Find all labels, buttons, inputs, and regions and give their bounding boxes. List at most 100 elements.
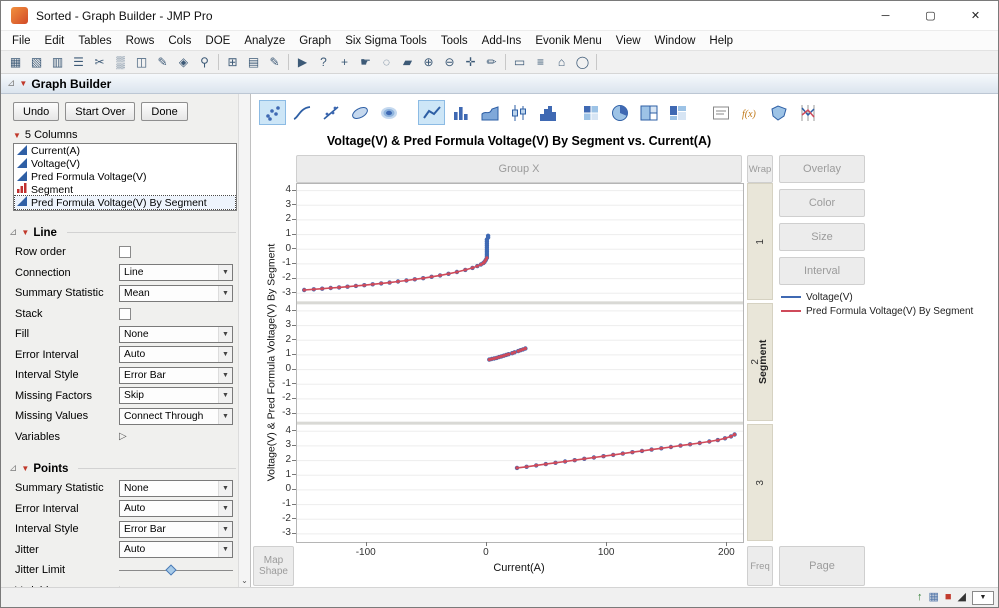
menu-view[interactable]: View <box>609 35 648 47</box>
red-triangle-menu-icon[interactable]: ▼ <box>21 228 29 237</box>
variables-disclosure-icon[interactable]: ▷ <box>119 431 127 442</box>
red-triangle-menu-icon[interactable]: ▼ <box>19 79 27 88</box>
row-order-checkbox[interactable] <box>119 246 131 258</box>
open-icon[interactable]: ▧ <box>26 52 47 72</box>
status-dropdown[interactable]: ▼ <box>972 591 994 605</box>
element-caption-box-icon[interactable] <box>707 100 734 125</box>
element-treemap-icon[interactable] <box>635 100 662 125</box>
plot-area[interactable] <box>296 183 744 543</box>
journal-icon[interactable]: ✎ <box>152 52 173 72</box>
slider-thumb[interactable] <box>165 564 176 575</box>
interval-style-select[interactable]: Error Bar▼ <box>119 367 233 384</box>
columns-header[interactable]: ▼ 5 Columns <box>13 129 236 141</box>
undo-button[interactable]: Undo <box>13 102 59 121</box>
column-item-segment[interactable]: Segment <box>15 183 235 196</box>
stop-status-icon[interactable]: ■ <box>945 592 952 603</box>
overlay-drop-zone[interactable]: Overlay <box>779 155 865 183</box>
red-triangle-menu-icon[interactable]: ▼ <box>21 464 29 473</box>
element-smoother-icon[interactable] <box>288 100 315 125</box>
columns-list[interactable]: Current(A)Voltage(V)Pred Formula Voltage… <box>13 143 237 211</box>
line-tool-icon[interactable]: ≡ <box>530 52 551 72</box>
wrap-drop-zone[interactable]: Wrap <box>747 155 773 183</box>
menu-tables[interactable]: Tables <box>71 35 118 47</box>
minimize-button[interactable]: ─ <box>863 1 908 30</box>
freq-drop-zone[interactable]: Freq <box>747 546 773 586</box>
grabber-tool-icon[interactable]: ☛ <box>355 52 376 72</box>
element-ellipse-icon[interactable] <box>346 100 373 125</box>
add-rows-icon[interactable]: ⊞ <box>222 52 243 72</box>
help-tool-icon[interactable]: ? <box>313 52 334 72</box>
red-triangle-menu-icon[interactable]: ▼ <box>13 131 21 140</box>
element-heatmap-icon[interactable] <box>577 100 604 125</box>
column-item-pred-formula-voltage-v-by-segment[interactable]: Pred Formula Voltage(V) By Segment <box>15 196 235 209</box>
jitter-select[interactable]: Auto▼ <box>119 541 233 558</box>
element-formula-icon[interactable]: f(x) <box>736 100 763 125</box>
element-mosaic-icon[interactable] <box>664 100 691 125</box>
map-shape-drop-zone[interactable]: Map Shape <box>253 546 294 586</box>
column-info-icon[interactable]: ✎ <box>264 52 285 72</box>
interval-drop-zone[interactable]: Interval <box>779 257 865 285</box>
element-parallel-plot-icon[interactable] <box>794 100 821 125</box>
column-item-current-a[interactable]: Current(A) <box>15 145 235 158</box>
lasso-tool-icon[interactable]: ◌ <box>376 52 397 72</box>
collapse-triangle-icon[interactable]: ⊿ <box>7 78 15 89</box>
panel-scrollbar[interactable]: ⌄ <box>238 94 250 589</box>
element-line-icon[interactable] <box>418 100 445 125</box>
missing-values-select[interactable]: Connect Through▼ <box>119 408 233 425</box>
summary-statistic-select[interactable]: Mean▼ <box>119 285 233 302</box>
annotate-tool-icon[interactable]: ✏ <box>481 52 502 72</box>
column-item-pred-formula-voltage-v[interactable]: Pred Formula Voltage(V) <box>15 171 235 184</box>
start-over-button[interactable]: Start Over <box>65 102 135 121</box>
cut-icon[interactable]: ✂ <box>89 52 110 72</box>
zoom-in-tool-icon[interactable]: ⊕ <box>418 52 439 72</box>
summary-statistic-select[interactable]: None▼ <box>119 480 233 497</box>
element-area-icon[interactable] <box>476 100 503 125</box>
lock-icon[interactable]: ◈ <box>173 52 194 72</box>
connection-select[interactable]: Line▼ <box>119 264 233 281</box>
menu-tools[interactable]: Tools <box>434 35 475 47</box>
page-drop-zone[interactable]: Page <box>779 546 865 586</box>
error-interval-select[interactable]: Auto▼ <box>119 346 233 363</box>
move-tool-icon[interactable]: + <box>334 52 355 72</box>
element-map-shapes-icon[interactable] <box>765 100 792 125</box>
zoom-out-tool-icon[interactable]: ⊖ <box>439 52 460 72</box>
menu-six-sigma-tools[interactable]: Six Sigma Tools <box>338 35 434 47</box>
collapse-triangle-icon[interactable]: ⊿ <box>9 227 17 238</box>
brush-tool-icon[interactable]: ▰ <box>397 52 418 72</box>
element-points-icon[interactable] <box>259 100 286 125</box>
arrow-tool-icon[interactable]: ▶ <box>292 52 313 72</box>
stack-checkbox[interactable] <box>119 308 131 320</box>
element-contour-icon[interactable] <box>375 100 402 125</box>
jitter-limit-slider[interactable] <box>119 562 233 579</box>
missing-factors-select[interactable]: Skip▼ <box>119 387 233 404</box>
graph-builder-outline-header[interactable]: ⊿ ▼ Graph Builder <box>1 74 998 94</box>
shape-tool-icon[interactable]: ⌂ <box>551 52 572 72</box>
copy-icon[interactable]: ▒ <box>110 52 131 72</box>
menu-help[interactable]: Help <box>702 35 740 47</box>
resize-corner-icon[interactable]: ◢ <box>958 592 966 603</box>
save-icon[interactable]: ▥ <box>47 52 68 72</box>
section-header-points[interactable]: ⊿▼Points <box>9 459 236 478</box>
element-line-of-fit-icon[interactable] <box>317 100 344 125</box>
menu-file[interactable]: File <box>5 35 38 47</box>
color-drop-zone[interactable]: Color <box>779 189 865 217</box>
menu-graph[interactable]: Graph <box>292 35 338 47</box>
menu-window[interactable]: Window <box>648 35 703 47</box>
element-pie-icon[interactable] <box>606 100 633 125</box>
element-bar-icon[interactable] <box>447 100 474 125</box>
menu-analyze[interactable]: Analyze <box>237 35 292 47</box>
size-drop-zone[interactable]: Size <box>779 223 865 251</box>
menu-edit[interactable]: Edit <box>38 35 72 47</box>
menu-cols[interactable]: Cols <box>161 35 198 47</box>
scroll-down-icon[interactable]: ⌄ <box>239 573 250 587</box>
data-view-icon[interactable]: ▤ <box>243 52 264 72</box>
close-button[interactable]: ✕ <box>953 1 998 30</box>
error-interval-select[interactable]: Auto▼ <box>119 500 233 517</box>
section-header-line[interactable]: ⊿▼Line <box>9 223 236 242</box>
new-data-table-icon[interactable]: ▦ <box>5 52 26 72</box>
column-item-voltage-v[interactable]: Voltage(V) <box>15 158 235 171</box>
fill-select[interactable]: None▼ <box>119 326 233 343</box>
table-status-icon[interactable]: ▦ <box>928 592 938 603</box>
collapse-triangle-icon[interactable]: ⊿ <box>9 463 17 474</box>
group-x-drop-zone[interactable]: Group X <box>296 155 742 183</box>
